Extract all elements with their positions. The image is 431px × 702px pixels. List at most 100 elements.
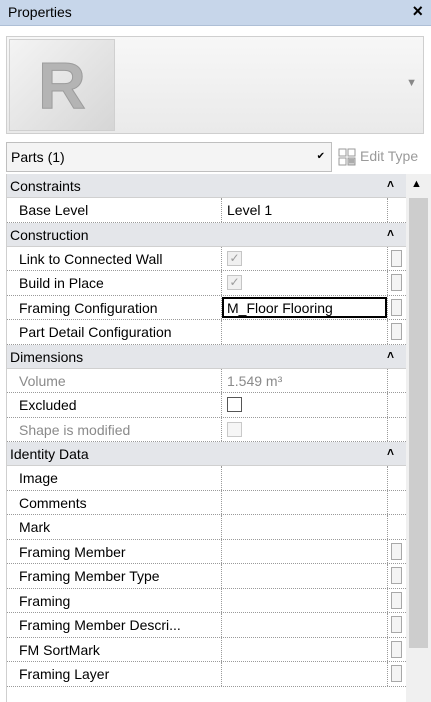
property-row-framing-configuration: Framing Configuration M_Floor Flooring [7, 295, 406, 320]
property-value-cell[interactable]: Level 1 [221, 198, 387, 222]
property-row-part-detail-configuration: Part Detail Configuration [7, 320, 406, 345]
associate-parameter-button[interactable] [391, 542, 402, 560]
associate-cell [387, 588, 406, 612]
associate-cell [387, 637, 406, 661]
associate-cell [387, 271, 406, 295]
properties-grid: Constraints ˄ Base Level Level 1 Constructio… [6, 174, 406, 702]
property-name: Mark [19, 519, 51, 535]
checkbox: ✓ [227, 275, 242, 290]
property-value-cell[interactable] [221, 417, 387, 441]
associate-cell [387, 515, 406, 539]
property-row-comments: Comments [7, 490, 406, 515]
property-value-cell[interactable]: M_Floor Flooring [221, 295, 387, 319]
chevron-down-icon: ✔ [316, 151, 325, 162]
property-value-cell[interactable]: ✓ [221, 271, 387, 295]
property-value: Level 1 [227, 202, 273, 218]
property-name: Volume [19, 372, 66, 389]
type-preview[interactable]: R ▼ [6, 36, 424, 134]
associate-cell [387, 564, 406, 588]
property-row-framing-layer: Framing Layer [7, 662, 406, 687]
associate-cell [387, 466, 406, 490]
group-label: Constraints [10, 178, 81, 194]
edit-type-label: Edit Type [360, 148, 419, 164]
property-value-cell[interactable] [221, 320, 387, 344]
associate-parameter-button[interactable] [391, 298, 402, 316]
group-label: Construction [10, 226, 89, 243]
revit-logo-icon: R [9, 39, 115, 131]
type-selector-value: Parts (1) [11, 149, 65, 165]
associate-cell [387, 490, 406, 514]
group-header-constraints[interactable]: Constraints ˄ [7, 174, 406, 198]
associate-cell [387, 198, 406, 222]
property-row-fm-sortmark: FM SortMark [7, 637, 406, 662]
property-value-input[interactable]: M_Floor Flooring [222, 296, 387, 318]
group-label: Dimensions [10, 348, 84, 365]
group-header-dimensions[interactable]: Dimensions ˄ [7, 344, 406, 369]
scrollbar-thumb[interactable] [409, 198, 428, 648]
collapse-icon[interactable]: ˄ [387, 226, 394, 240]
property-name: Base Level [19, 202, 89, 218]
property-value-cell[interactable] [221, 637, 387, 661]
edit-type-button[interactable]: Edit Type [338, 142, 426, 172]
property-name: Build in Place [19, 275, 104, 291]
property-row-build-in-place: Build in Place ✓ [7, 271, 406, 296]
associate-cell [387, 393, 406, 417]
property-row-mark: Mark [7, 515, 406, 540]
collapse-icon[interactable]: ˄ [387, 445, 394, 459]
associate-parameter-button[interactable] [391, 640, 402, 658]
property-value-cell[interactable]: 1.549 m³ [221, 368, 387, 392]
property-value-cell[interactable] [221, 588, 387, 612]
close-icon[interactable]: × [412, 1, 423, 22]
property-value-cell[interactable] [221, 662, 387, 686]
property-name: FM SortMark [19, 641, 100, 658]
property-name: Framing Member [19, 543, 126, 560]
group-label: Identity Data [10, 446, 89, 462]
associate-parameter-button[interactable] [391, 591, 402, 609]
associate-parameter-button[interactable] [391, 323, 402, 340]
checkbox[interactable] [227, 397, 242, 412]
property-row-framing-member: Framing Member [7, 539, 406, 564]
associate-parameter-button[interactable] [391, 616, 402, 633]
properties-title-bar: Properties × [0, 0, 431, 26]
type-selector-row: Parts (1) ✔ Edit Type [6, 142, 426, 172]
preview-dropdown-icon[interactable]: ▼ [406, 77, 417, 89]
property-row-image: Image [7, 466, 406, 491]
property-value-cell[interactable]: ✓ [221, 246, 387, 270]
associate-parameter-button[interactable] [391, 665, 402, 682]
property-value-cell[interactable] [221, 539, 387, 563]
vertical-scrollbar[interactable]: ▲ [406, 174, 431, 702]
collapse-icon[interactable]: ˄ [387, 348, 394, 362]
associate-parameter-button[interactable] [391, 274, 402, 291]
property-row-base-level: Base Level Level 1 [7, 198, 406, 223]
type-selector-dropdown[interactable]: Parts (1) ✔ [6, 142, 332, 172]
logo-letter: R [38, 50, 86, 120]
property-name: Framing Configuration [19, 299, 158, 316]
scroll-up-arrow-icon[interactable]: ▲ [411, 178, 422, 190]
collapse-icon[interactable]: ˄ [387, 177, 394, 191]
group-header-construction[interactable]: Construction ˄ [7, 222, 406, 247]
associate-cell [387, 295, 406, 319]
associate-cell [387, 246, 406, 270]
property-name: Link to Connected Wall [19, 250, 163, 267]
associate-cell [387, 417, 406, 441]
property-name: Framing Member Descri... [19, 617, 181, 633]
panel-title: Properties [8, 4, 72, 20]
property-value-cell[interactable] [221, 490, 387, 514]
property-value-cell[interactable] [221, 515, 387, 539]
property-row-shape-is-modified: Shape is modified [7, 417, 406, 442]
group-header-identity-data[interactable]: Identity Data ˄ [7, 442, 406, 466]
property-name: Framing Member Type [19, 568, 160, 584]
property-value-cell[interactable] [221, 564, 387, 588]
associate-parameter-button[interactable] [391, 567, 402, 584]
associate-parameter-button[interactable] [391, 249, 402, 267]
property-name: Shape is modified [19, 421, 131, 438]
property-name: Framing [19, 592, 71, 609]
property-name: Image [19, 470, 58, 486]
associate-cell [387, 368, 406, 392]
property-row-volume: Volume 1.549 m³ [7, 368, 406, 393]
property-value-cell[interactable] [221, 613, 387, 637]
property-value-cell[interactable] [221, 393, 387, 417]
property-value-cell[interactable] [221, 466, 387, 490]
associate-cell [387, 662, 406, 686]
property-name: Excluded [19, 397, 77, 413]
